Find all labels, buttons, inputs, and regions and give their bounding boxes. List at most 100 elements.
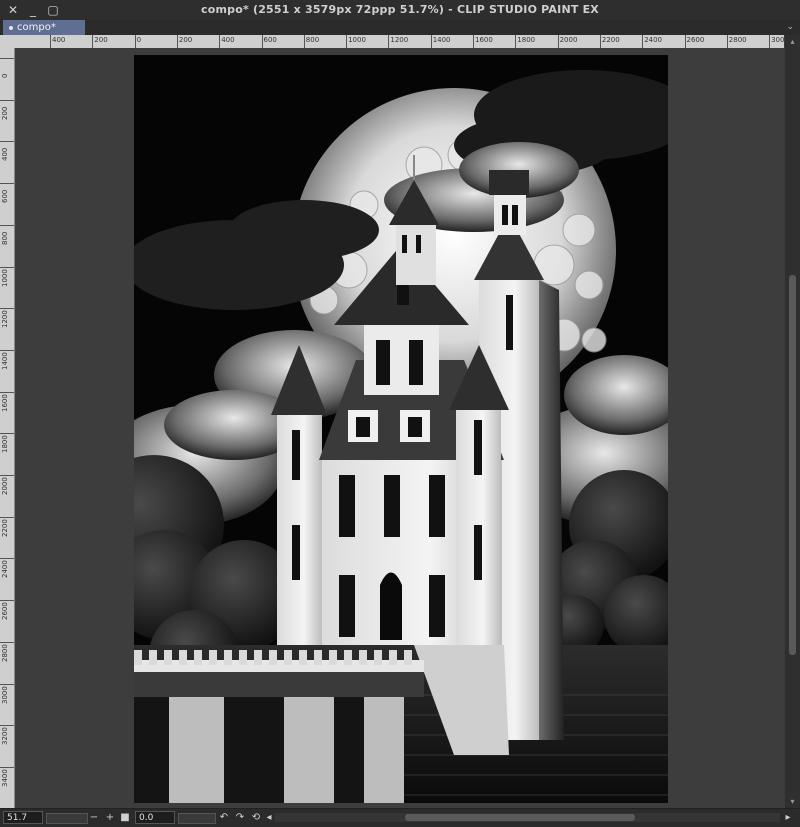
ruler-label: 600 <box>1 189 9 204</box>
vertical-scroll-thumb[interactable] <box>789 275 796 655</box>
unsaved-dot-icon <box>9 25 13 30</box>
ruler-tick <box>0 600 14 602</box>
fit-view-button[interactable]: ■ <box>119 811 131 824</box>
ruler-tick <box>0 516 14 518</box>
ruler-tick <box>642 35 644 48</box>
ruler-tick <box>0 58 14 59</box>
scroll-up-icon[interactable]: ▴ <box>785 37 800 46</box>
ruler-tick <box>219 35 221 48</box>
ruler-tick <box>0 183 14 185</box>
artwork-canvas[interactable] <box>134 55 668 803</box>
ruler-label: 0 <box>136 36 142 44</box>
ruler-label: 2200 <box>1 518 9 537</box>
ruler-label: 2200 <box>601 36 620 44</box>
ruler-tick <box>0 641 14 643</box>
ruler-label: 1600 <box>475 36 493 44</box>
ruler-tick <box>726 35 728 48</box>
zoom-input[interactable]: 51.7 <box>3 811 43 824</box>
ruler-tick <box>0 766 14 768</box>
scroll-down-icon[interactable]: ▾ <box>785 797 800 806</box>
scroll-left-icon[interactable]: ◂ <box>263 811 275 824</box>
ruler-tick <box>303 35 305 48</box>
zoom-out-button[interactable]: − <box>88 811 100 824</box>
ruler-tick <box>50 35 51 48</box>
ruler-tick <box>0 683 14 685</box>
ruler-label: 3000 <box>1 685 9 704</box>
window-title: compo* (2551 x 3579px 72ppp 51.7%) - CLI… <box>201 3 599 16</box>
zoom-slider[interactable] <box>46 813 88 824</box>
ruler-label: 2000 <box>1 477 9 495</box>
ruler-label: 3400 <box>1 769 9 787</box>
ruler-label: 1800 <box>1 435 9 454</box>
ruler-tick <box>261 35 263 48</box>
title-bar: ✕ _ ▢ compo* (2551 x 3579px 72ppp 51.7%)… <box>0 0 800 21</box>
horizontal-ruler: 400 200 0 200 400 600 800 1000 1200 1400 1600 1800 2… <box>0 35 784 49</box>
ruler-label: 800 <box>305 36 320 44</box>
ruler-label: 400 <box>1 148 9 162</box>
ruler-tick <box>557 35 559 48</box>
ruler-label: 1400 <box>1 352 9 370</box>
ruler-label: 600 <box>263 36 277 44</box>
vertical-ruler: 0 200 400 600 800 1000 1200 1400 1600 1800 2000 220… <box>0 48 15 808</box>
ruler-label: 2000 <box>559 36 578 44</box>
ruler-label: 2800 <box>1 643 9 662</box>
rotation-slider[interactable] <box>178 813 216 824</box>
ruler-label: 200 <box>1 106 9 120</box>
ruler-tick <box>388 35 390 48</box>
ruler-tick <box>0 433 14 435</box>
rotation-angle-input[interactable]: 0.0 <box>135 811 175 824</box>
ruler-label: 1000 <box>1 268 9 287</box>
zoom-in-button[interactable]: + <box>104 811 116 824</box>
ruler-label: 1200 <box>1 310 9 329</box>
castle-moon-illustration <box>134 55 668 803</box>
ruler-label: 3000 <box>771 36 784 44</box>
ruler-label: 2400 <box>644 36 663 44</box>
ruler-tick <box>0 308 14 310</box>
ruler-tick <box>0 99 14 101</box>
ruler-tick <box>0 266 14 268</box>
ruler-tick <box>134 35 136 48</box>
rotate-left-button[interactable]: ↶ <box>218 811 230 824</box>
ruler-label: 3200 <box>1 727 9 746</box>
ruler-label: 400 <box>52 36 66 44</box>
horizontal-scroll-thumb[interactable] <box>405 814 635 821</box>
ruler-label: 2800 <box>728 36 747 44</box>
ruler-tick <box>92 35 94 48</box>
ruler-tick <box>684 35 686 48</box>
ruler-label: 2600 <box>686 36 705 44</box>
ruler-tick <box>515 35 517 48</box>
ruler-tick <box>176 35 178 48</box>
reset-rotation-button[interactable]: ⟲ <box>250 811 262 824</box>
scroll-right-icon[interactable]: ▸ <box>782 811 794 824</box>
tab-compo[interactable]: compo* <box>3 20 85 35</box>
rotate-right-button[interactable]: ↷ <box>234 811 246 824</box>
ruler-tick <box>0 349 14 351</box>
ruler-label: 200 <box>94 36 108 44</box>
ruler-label: 800 <box>1 231 9 245</box>
ruler-label: 400 <box>221 36 235 44</box>
vertical-scrollbar[interactable]: ▴ ▾ <box>785 35 800 808</box>
horizontal-scrollbar[interactable] <box>275 813 780 822</box>
ruler-label: 1400 <box>432 36 451 44</box>
ruler-label: 1200 <box>390 36 409 44</box>
ruler-tick <box>430 35 432 48</box>
ruler-tick <box>769 35 771 48</box>
ruler-label: 2400 <box>1 560 9 579</box>
ruler-label: 2600 <box>1 602 9 621</box>
ruler-tick <box>0 725 14 727</box>
ruler-tick <box>0 391 14 393</box>
ruler-label: 0 <box>1 73 9 78</box>
ruler-tick <box>0 475 14 476</box>
chevron-down-icon[interactable]: ⌄ <box>786 22 794 32</box>
ruler-label: 1600 <box>1 393 9 412</box>
ruler-label: 200 <box>178 36 193 44</box>
ruler-label: 1800 <box>517 36 536 44</box>
ruler-tick <box>346 35 348 48</box>
status-bar: 51.7 − + ■ 0.0 ↶ ↷ ⟲ ◂ ▸ <box>0 808 800 827</box>
document-tab-bar: compo* ⌄ <box>0 20 800 35</box>
ruler-label: 1000 <box>348 36 366 44</box>
ruler-tick <box>599 35 601 48</box>
ruler-tick <box>0 141 14 143</box>
ruler-tick <box>473 35 474 48</box>
tab-label: compo* <box>17 22 56 33</box>
